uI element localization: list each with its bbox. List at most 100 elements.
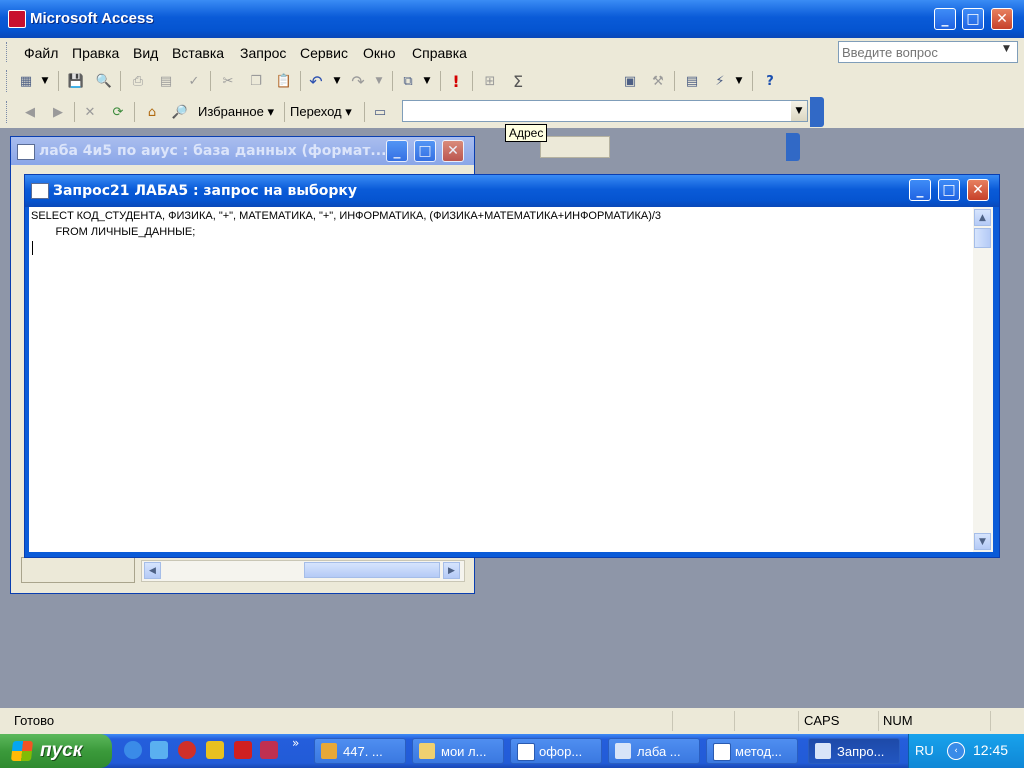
copy-icon[interactable]: ❐ (246, 71, 266, 91)
undo-dropdown-icon[interactable]: ▼ (330, 71, 344, 91)
new-object-dropdown-icon[interactable]: ▼ (732, 71, 746, 91)
redo-dropdown-icon[interactable]: ▼ (372, 71, 386, 91)
text-cursor (32, 241, 33, 255)
query-minimize-button[interactable]: _ (909, 179, 931, 201)
save-icon[interactable]: 💾 (66, 71, 86, 91)
quicklaunch-acrobat-icon[interactable] (234, 741, 252, 759)
start-button[interactable]: пуск (0, 734, 112, 768)
app-title-bar[interactable]: Microsoft Access _ □ ✕ (0, 0, 1024, 38)
task-button-6[interactable]: Запро... (808, 738, 900, 764)
start-label: пуск (40, 740, 83, 761)
scroll-up-button[interactable]: ▲ (974, 209, 991, 226)
db-hscrollbar[interactable]: ◀ ▶ (141, 560, 465, 582)
home-icon[interactable]: ⌂ (142, 102, 162, 122)
query-type-icon[interactable]: ⧉ (398, 71, 418, 91)
run-icon[interactable]: ! (446, 71, 466, 91)
task-button-1[interactable]: 447. ... (314, 738, 406, 764)
clock: 12:45 (973, 742, 1009, 758)
redo-icon[interactable]: ↷ (348, 71, 368, 91)
menu-view[interactable]: Вид (133, 45, 158, 61)
menu-window[interactable]: Окно (363, 45, 396, 61)
top-values-combo[interactable] (540, 136, 610, 158)
menu-insert[interactable]: Вставка (172, 45, 224, 61)
query-window[interactable]: Запрос21 ЛАБА5 : запрос на выборку _ □ ✕… (24, 174, 1000, 558)
address-input[interactable] (402, 100, 808, 122)
close-button[interactable]: ✕ (991, 8, 1013, 30)
database-window-title-bar[interactable]: лаба 4и5 по аиус : база данных (формат..… (11, 137, 474, 165)
quicklaunch-more-icon[interactable]: » (292, 736, 299, 750)
language-indicator[interactable]: RU (915, 743, 934, 758)
menu-grip[interactable] (6, 42, 10, 62)
maximize-button[interactable]: □ (962, 8, 984, 30)
menu-file[interactable]: Файл (24, 45, 58, 61)
totals-icon[interactable]: Σ (508, 71, 528, 91)
task-label: мои л... (441, 744, 487, 759)
show-only-web-toolbar-icon[interactable]: ▭ (370, 102, 390, 122)
task-button-3[interactable]: офор... (510, 738, 602, 764)
access-app-icon[interactable] (8, 10, 26, 28)
stop-icon[interactable]: ✕ (80, 102, 100, 122)
help-dropdown-icon[interactable]: ▼ (1003, 44, 1010, 54)
undo-icon[interactable]: ↶ (306, 71, 326, 91)
properties-icon[interactable]: ▣ (620, 71, 640, 91)
menu-help[interactable]: Справка (412, 45, 467, 61)
forward-icon[interactable]: ▶ (48, 102, 68, 122)
task-button-4[interactable]: лаба ... (608, 738, 700, 764)
back-icon[interactable]: ◀ (20, 102, 40, 122)
show-table-icon[interactable]: ⊞ (480, 71, 500, 91)
minimize-button[interactable]: _ (934, 8, 956, 30)
print-icon[interactable]: ⎙ (128, 71, 148, 91)
new-object-icon[interactable]: ⚡ (710, 71, 730, 91)
db-minimize-button[interactable]: _ (386, 140, 408, 162)
search-web-icon[interactable]: 🔎 (170, 102, 190, 122)
quicklaunch-desktop-icon[interactable] (150, 741, 168, 759)
goto-button[interactable]: Переход ▾ (290, 104, 352, 120)
toolbar-options-icon[interactable] (786, 133, 800, 161)
menu-edit[interactable]: Правка (72, 45, 119, 61)
db-scroll-thumb[interactable] (304, 562, 440, 578)
task-button-5[interactable]: метод... (706, 738, 798, 764)
address-dropdown-button[interactable]: ▼ (791, 101, 807, 121)
help-icon[interactable]: ? (760, 71, 780, 91)
menu-query[interactable]: Запрос (240, 45, 286, 61)
toolbar-grip[interactable] (6, 70, 10, 92)
goto-label: Переход (290, 104, 342, 119)
scroll-down-button[interactable]: ▼ (974, 533, 991, 550)
scroll-thumb[interactable] (974, 228, 991, 248)
favorites-button[interactable]: Избранное ▾ (198, 104, 274, 120)
web-toolbar-grip[interactable] (6, 101, 10, 123)
task-button-2[interactable]: мои л... (412, 738, 504, 764)
db-scroll-right-button[interactable]: ▶ (443, 562, 460, 579)
sql-vscrollbar[interactable]: ▲ ▼ (973, 207, 993, 552)
refresh-icon[interactable]: ⟳ (108, 102, 128, 122)
menu-tools[interactable]: Сервис (300, 45, 348, 61)
query-close-button[interactable]: ✕ (967, 179, 989, 201)
cut-icon[interactable]: ✂ (218, 71, 238, 91)
print-preview-icon[interactable]: ▤ (156, 71, 176, 91)
query-maximize-button[interactable]: □ (938, 179, 960, 201)
query-type-dropdown-icon[interactable]: ▼ (420, 71, 434, 91)
query-window-title-bar[interactable]: Запрос21 ЛАБА5 : запрос на выборку _ □ ✕ (25, 175, 999, 207)
view-icon[interactable]: ▦ (16, 71, 36, 91)
build-icon[interactable]: ⚒ (648, 71, 668, 91)
favorites-label: Избранное (198, 104, 264, 119)
quicklaunch-media-icon[interactable] (124, 741, 142, 759)
database-window-icon[interactable]: ▤ (682, 71, 702, 91)
tray-expand-icon[interactable]: ‹ (947, 742, 965, 760)
spelling-icon[interactable]: ✓ (184, 71, 204, 91)
db-scroll-left-button[interactable]: ◀ (144, 562, 161, 579)
search-file-icon[interactable]: 🔍 (94, 71, 114, 91)
sql-editor[interactable]: SELECT КОД_СТУДЕНТА, ФИЗИКА, "+", МАТЕМА… (29, 207, 973, 552)
sql-line-1: SELECT КОД_СТУДЕНТА, ФИЗИКА, "+", МАТЕМА… (31, 210, 662, 222)
help-question-input[interactable] (838, 41, 1018, 63)
quicklaunch-access-icon[interactable] (260, 741, 278, 759)
quicklaunch-winamp-icon[interactable] (206, 741, 224, 759)
web-toolbar-options-icon[interactable] (810, 97, 824, 127)
db-close-button[interactable]: ✕ (442, 140, 464, 162)
view-dropdown-icon[interactable]: ▼ (38, 71, 52, 91)
db-maximize-button[interactable]: □ (414, 140, 436, 162)
database-window-icon (17, 144, 35, 160)
quicklaunch-opera-icon[interactable] (178, 741, 196, 759)
paste-icon[interactable]: 📋 (274, 71, 294, 91)
task-label: Запро... (837, 744, 885, 759)
